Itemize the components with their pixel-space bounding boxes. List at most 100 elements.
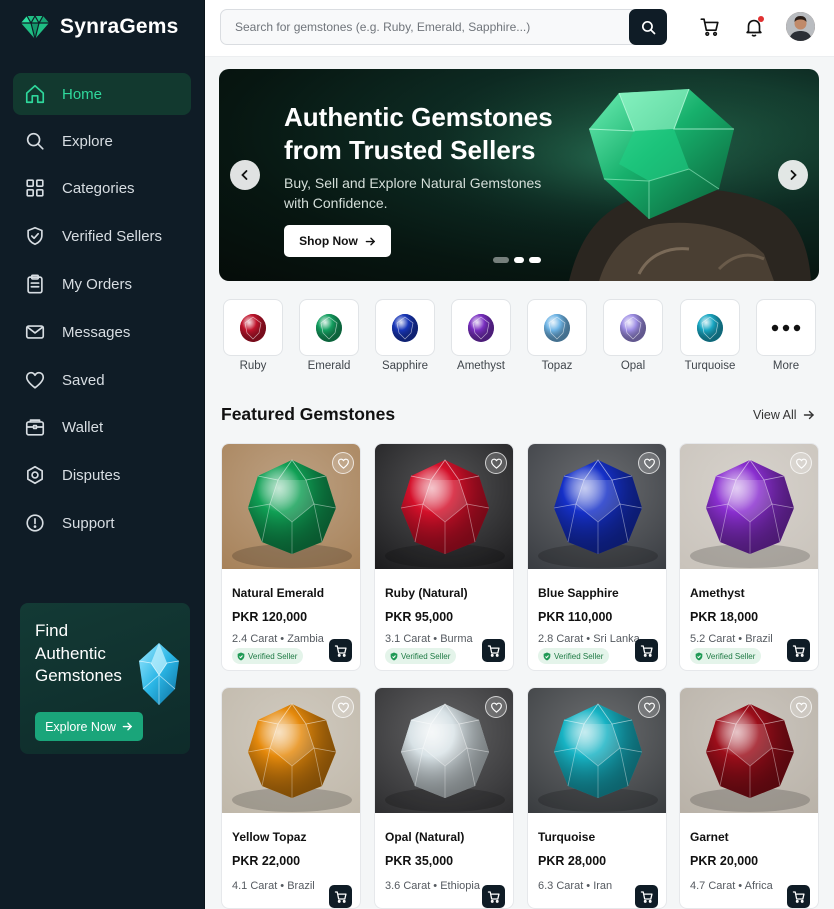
more-dots-icon xyxy=(771,324,801,331)
notifications-button[interactable] xyxy=(742,15,766,39)
dispute-icon xyxy=(27,465,43,485)
explore-now-button[interactable]: Explore Now xyxy=(35,712,143,741)
save-button[interactable] xyxy=(485,696,507,718)
add-to-cart-button[interactable] xyxy=(635,885,658,908)
add-to-cart-button[interactable] xyxy=(787,885,810,908)
product-card[interactable]: Yellow Topaz PKR 22,000 4.1 Carat • Brazil xyxy=(221,687,361,909)
search-button[interactable] xyxy=(629,9,667,45)
product-card[interactable]: Turquoise PKR 28,000 6.3 Carat • Iran xyxy=(527,687,667,909)
product-name: Turquoise xyxy=(538,830,596,844)
category-label: Turquoise xyxy=(684,360,736,372)
save-button[interactable] xyxy=(638,452,660,474)
add-to-cart-button[interactable] xyxy=(329,885,352,908)
carousel-dot[interactable] xyxy=(514,257,524,263)
carousel-prev-button[interactable] xyxy=(230,160,260,190)
product-image[interactable] xyxy=(222,688,360,813)
product-image[interactable] xyxy=(375,688,513,813)
sidebar-item-messages[interactable]: Messages xyxy=(13,311,191,353)
product-card[interactable]: Garnet PKR 20,000 4.7 Carat • Africa xyxy=(679,687,819,909)
product-price: PKR 22,000 xyxy=(232,854,301,868)
mail-icon xyxy=(25,325,45,339)
category-opal[interactable]: Opal xyxy=(603,299,663,372)
cart-icon xyxy=(640,644,653,657)
hero-banner: Authentic Gemstones from Trusted Sellers… xyxy=(219,69,819,281)
arrow-right-icon xyxy=(803,410,814,420)
verified-seller-badge: Verified Seller xyxy=(232,648,304,664)
category-amethyst[interactable]: Amethyst xyxy=(451,299,511,372)
sidebar-item-saved[interactable]: Saved xyxy=(13,359,191,401)
product-name: Blue Sapphire xyxy=(538,586,619,600)
sidebar-item-label: My Orders xyxy=(62,275,133,293)
add-to-cart-button[interactable] xyxy=(482,639,505,662)
search-input[interactable] xyxy=(221,10,629,44)
view-all-label: View All xyxy=(753,408,797,422)
product-image[interactable] xyxy=(680,444,818,569)
view-all-link[interactable]: View All xyxy=(753,408,815,422)
sapphire-gem-icon xyxy=(392,313,418,342)
badge-label: Verified Seller xyxy=(554,651,604,661)
product-card[interactable]: Opal (Natural) PKR 35,000 3.6 Carat • Ethi… xyxy=(374,687,514,909)
shop-now-button[interactable]: Shop Now xyxy=(284,225,391,257)
product-price: PKR 120,000 xyxy=(232,610,308,624)
sidebar-item-explore[interactable]: Explore xyxy=(13,120,191,162)
hero-title: Authentic Gemstones from Trusted Sellers xyxy=(284,102,553,165)
sidebar-item-wallet[interactable]: Wallet xyxy=(13,406,191,448)
product-image[interactable] xyxy=(680,688,818,813)
save-button[interactable] xyxy=(332,696,354,718)
product-image[interactable] xyxy=(222,444,360,569)
category-turquoise[interactable]: Turquoise xyxy=(680,299,740,372)
add-to-cart-button[interactable] xyxy=(787,639,810,662)
notification-dot xyxy=(758,16,764,22)
product-meta: 2.4 Carat • Zambia xyxy=(232,633,324,645)
sidebar-item-label: Support xyxy=(62,514,115,532)
heart-icon xyxy=(337,458,349,469)
category-label: More xyxy=(772,360,800,372)
category-icon-box xyxy=(375,299,435,356)
carousel-dot[interactable] xyxy=(493,257,509,263)
cart-button[interactable] xyxy=(698,15,722,39)
grid-icon xyxy=(26,179,44,197)
sidebar-item-label: Saved xyxy=(62,371,105,389)
sidebar-item-verified-sellers[interactable]: Verified Sellers xyxy=(13,215,191,257)
product-card[interactable]: Blue Sapphire PKR 110,000 2.8 Carat • Sri … xyxy=(527,443,667,671)
add-to-cart-button[interactable] xyxy=(329,639,352,662)
add-to-cart-button[interactable] xyxy=(635,639,658,662)
carousel-next-button[interactable] xyxy=(778,160,808,190)
category-more[interactable]: More xyxy=(756,299,816,372)
product-image[interactable] xyxy=(375,444,513,569)
product-card[interactable]: Natural Emerald PKR 120,000 2.4 Carat • Za… xyxy=(221,443,361,671)
product-card[interactable]: Ruby (Natural) PKR 95,000 3.1 Carat • Burm… xyxy=(374,443,514,671)
save-button[interactable] xyxy=(485,452,507,474)
chevron-left-icon xyxy=(241,170,248,180)
sidebar-item-home[interactable]: Home xyxy=(13,73,191,115)
product-image[interactable] xyxy=(528,688,666,813)
emerald-gem-icon xyxy=(316,313,342,342)
sidebar-item-my-orders[interactable]: My Orders xyxy=(13,263,191,305)
sidebar-item-categories[interactable]: Categories xyxy=(13,167,191,209)
explore-now-label: Explore Now xyxy=(45,719,116,734)
category-topaz[interactable]: Topaz xyxy=(527,299,587,372)
app-logo[interactable]: SynraGems xyxy=(20,12,179,42)
save-button[interactable] xyxy=(790,696,812,718)
save-button[interactable] xyxy=(332,452,354,474)
cart-icon xyxy=(334,890,347,903)
product-price: PKR 110,000 xyxy=(538,610,613,624)
shield-check-icon xyxy=(390,652,398,660)
sidebar-item-support[interactable]: Support xyxy=(13,502,191,544)
verified-seller-badge: Verified Seller xyxy=(385,648,457,664)
product-card[interactable]: Amethyst PKR 18,000 5.2 Carat • Brazil Veri… xyxy=(679,443,819,671)
save-button[interactable] xyxy=(790,452,812,474)
sidebar-item-disputes[interactable]: Disputes xyxy=(13,454,191,496)
add-to-cart-button[interactable] xyxy=(482,885,505,908)
category-sapphire[interactable]: Sapphire xyxy=(375,299,435,372)
arrow-right-icon xyxy=(365,237,375,245)
category-ruby[interactable]: Ruby xyxy=(223,299,283,372)
save-button[interactable] xyxy=(638,696,660,718)
carousel-dot[interactable] xyxy=(529,257,541,263)
category-label: Ruby xyxy=(239,360,267,372)
product-image[interactable] xyxy=(528,444,666,569)
product-price: PKR 18,000 xyxy=(690,610,759,624)
user-avatar[interactable] xyxy=(786,12,815,41)
category-emerald[interactable]: Emerald xyxy=(299,299,359,372)
product-name: Ruby (Natural) xyxy=(385,586,468,600)
